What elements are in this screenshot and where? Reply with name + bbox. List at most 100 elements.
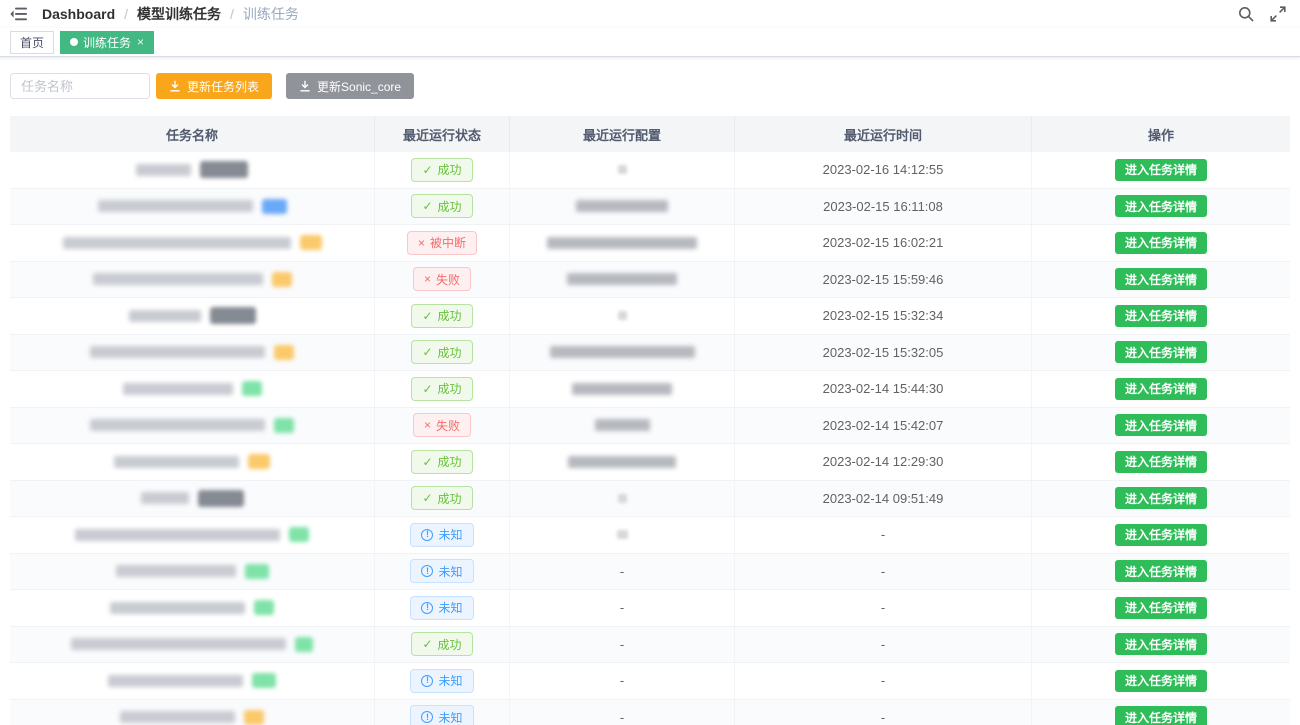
enter-task-detail-button[interactable]: 进入任务详情 [1115,451,1207,473]
tab-training-tasks[interactable]: 训练任务 × [60,31,154,54]
task-tag [248,454,270,469]
config-empty: - [620,637,624,652]
actions-cell: 进入任务详情 [1032,371,1290,407]
run-time-cell: 2023-02-14 15:44:30 [735,371,1032,407]
table-row: !未知--进入任务详情 [10,590,1290,627]
enter-task-detail-button[interactable]: 进入任务详情 [1115,159,1207,181]
status-label: 未知 [438,563,462,580]
actions-cell: 进入任务详情 [1032,225,1290,261]
config-empty: - [620,710,624,725]
active-dot-icon [70,38,78,46]
enter-task-detail-button[interactable]: 进入任务详情 [1115,232,1207,254]
redacted-task-name [129,310,201,322]
task-name-cell [10,590,375,626]
redacted-task-name [75,529,280,541]
enter-task-detail-button[interactable]: 进入任务详情 [1115,414,1207,436]
button-label: 更新任务列表 [187,78,259,95]
enter-task-detail-button[interactable]: 进入任务详情 [1115,378,1207,400]
enter-task-detail-button[interactable]: 进入任务详情 [1115,195,1207,217]
enter-task-detail-button[interactable]: 进入任务详情 [1115,560,1207,582]
table-row: ✓成功 - - 进入任务详情 [10,627,1290,664]
status-icon: ! [421,711,433,723]
update-task-list-button[interactable]: 更新任务列表 [156,73,272,99]
column-header-task-name: 任务名称 [10,116,375,152]
run-time: 2023-02-14 15:44:30 [823,381,944,396]
run-time: 2023-02-15 16:11:08 [823,199,943,214]
enter-task-detail-button[interactable]: 进入任务详情 [1115,305,1207,327]
run-time-cell: - [735,627,1032,663]
enter-task-detail-button[interactable]: 进入任务详情 [1115,597,1207,619]
table-row: ×失败 2023-02-15 15:59:46 进入任务详情 [10,262,1290,299]
update-sonic-core-button[interactable]: 更新Sonic_core [286,73,414,99]
run-time: 2023-02-15 16:02:21 [823,235,944,250]
config-cell [510,481,735,517]
status-badge: ✓成功 [411,450,472,474]
status-icon: × [418,237,425,249]
status-cell: !未知 [375,517,510,553]
status-icon: ! [421,675,433,687]
status-cell: ✓成功 [375,335,510,371]
enter-task-detail-button[interactable]: 进入任务详情 [1115,633,1207,655]
breadcrumb-item-dashboard[interactable]: Dashboard [42,6,115,22]
run-time: 2023-02-15 15:59:46 [823,272,944,287]
run-time: - [881,710,885,725]
table-row: ✓成功2023-02-14 15:44:30进入任务详情 [10,371,1290,408]
status-icon: ! [421,602,433,614]
enter-task-detail-button[interactable]: 进入任务详情 [1115,670,1207,692]
redacted-task-name [90,419,265,431]
status-badge: ×失败 [413,413,471,437]
run-time-cell: - [735,700,1032,725]
enter-task-detail-button[interactable]: 进入任务详情 [1115,524,1207,546]
navbar-actions [1238,6,1286,22]
tab-home[interactable]: 首页 [10,31,54,54]
enter-task-detail-button[interactable]: 进入任务详情 [1115,341,1207,363]
fullscreen-icon[interactable] [1270,6,1286,22]
actions-cell: 进入任务详情 [1032,335,1290,371]
config-cell [510,517,735,553]
actions-cell: 进入任务详情 [1032,517,1290,553]
actions-cell: 进入任务详情 [1032,554,1290,590]
run-time: 2023-02-15 15:32:05 [823,345,944,360]
table-row: ✓成功2023-02-15 16:11:08进入任务详情 [10,189,1290,226]
actions-cell: 进入任务详情 [1032,152,1290,188]
status-badge: ×被中断 [407,231,477,255]
run-time: 2023-02-14 12:29:30 [823,454,944,469]
enter-task-detail-button[interactable]: 进入任务详情 [1115,268,1207,290]
redacted-task-name [93,273,263,285]
enter-task-detail-button[interactable]: 进入任务详情 [1115,487,1207,509]
task-name-cell [10,152,375,188]
task-name-cell [10,408,375,444]
status-icon: ✓ [422,200,432,212]
tab-close-icon[interactable]: × [137,36,144,48]
status-badge: ×失败 [413,267,471,291]
status-cell: ×失败 [375,408,510,444]
redacted-task-name [98,200,253,212]
redacted-config [618,165,627,174]
status-icon: ✓ [422,310,432,322]
table-row: ×被中断 2023-02-15 16:02:21 进入任务详情 [10,225,1290,262]
actions-cell: 进入任务详情 [1032,663,1290,699]
status-label: 未知 [438,709,462,725]
navbar: Dashboard / 模型训练任务 / 训练任务 [0,0,1300,28]
enter-task-detail-button[interactable]: 进入任务详情 [1115,706,1207,725]
run-time-cell: - [735,517,1032,553]
redacted-task-name [136,164,191,176]
config-cell: - [510,627,735,663]
task-name-cell [10,444,375,480]
breadcrumb-separator: / [124,6,128,22]
actions-cell: 进入任务详情 [1032,590,1290,626]
config-cell: - [510,700,735,725]
breadcrumb-item-model-training[interactable]: 模型训练任务 [137,4,221,24]
main-content: 更新任务列表 更新Sonic_core 任务名称 最近运行状态 最近运行配置 最… [0,57,1300,725]
config-cell: - [510,554,735,590]
status-badge: ✓成功 [411,632,472,656]
status-icon: ✓ [422,346,432,358]
hamburger-icon[interactable] [10,6,28,22]
task-name-cell [10,517,375,553]
task-name-input[interactable] [10,73,150,99]
status-label: 未知 [438,599,462,616]
search-icon[interactable] [1238,6,1254,22]
column-header-time: 最近运行时间 [735,116,1032,152]
run-time: 2023-02-15 15:32:34 [823,308,944,323]
download-icon [169,80,181,92]
